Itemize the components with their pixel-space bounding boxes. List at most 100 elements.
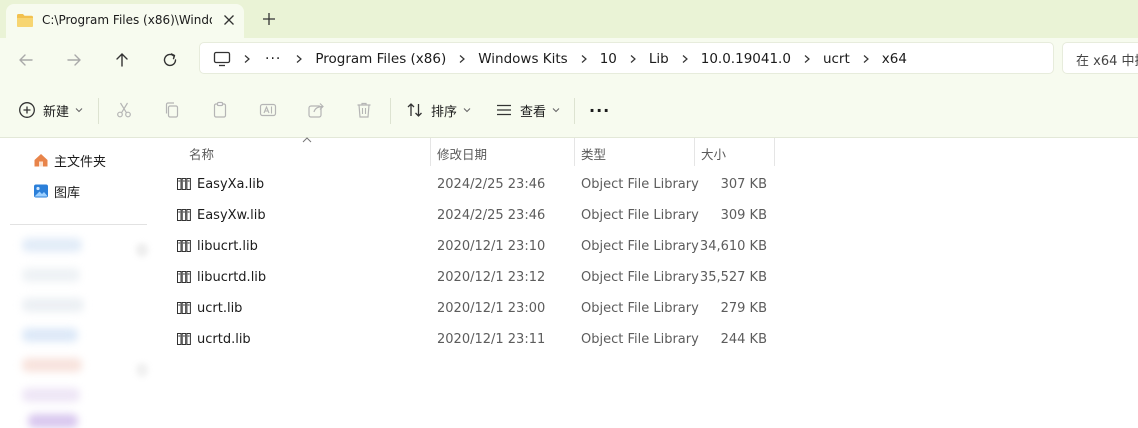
file-row[interactable]: libucrtd.lib 2020/12/1 23:12 Object File L… xyxy=(158,262,778,293)
file-modified-date: 2024/2/25 23:46 xyxy=(437,208,546,223)
view-button[interactable]: 查看 xyxy=(495,100,560,120)
chevron-right-icon[interactable] xyxy=(579,54,589,64)
sidebar-item-label: 主文件夹 xyxy=(54,154,107,170)
delete-button[interactable] xyxy=(355,100,373,120)
column-header-label: 名称 xyxy=(189,147,215,162)
file-modified-date: 2024/2/25 23:46 xyxy=(437,177,546,192)
rename-button[interactable] xyxy=(259,100,277,120)
blurred-sidebar-item xyxy=(22,358,82,372)
address-row: ··· Program Files (x86) Windows Kits 10 … xyxy=(0,38,1138,82)
sidebar-item-home[interactable]: 主文件夹 xyxy=(33,150,106,170)
blurred-sidebar-item xyxy=(22,238,82,252)
breadcrumb-10[interactable]: 10 xyxy=(600,51,617,67)
file-row[interactable]: libucrt.lib 2020/12/1 23:10 Object File Li… xyxy=(158,231,778,262)
file-type: Object File Library xyxy=(581,177,699,192)
blurred-sidebar-item xyxy=(22,298,84,312)
tab-current-folder[interactable]: C:\Program Files (x86)\Windows Kits\10\L… xyxy=(6,4,244,38)
trash-icon xyxy=(357,102,371,118)
column-header-label: 类型 xyxy=(581,147,607,162)
column-header-name[interactable]: 名称 xyxy=(158,138,430,166)
search-input[interactable]: 在 x64 中搜索 xyxy=(1062,42,1138,74)
file-size: 279 KB xyxy=(720,301,767,316)
gallery-icon xyxy=(34,184,48,198)
computer-icon[interactable] xyxy=(213,51,231,67)
view-button-label: 查看 xyxy=(520,104,547,120)
column-header-type[interactable]: 类型 xyxy=(575,138,694,166)
file-row[interactable]: ucrt.lib 2020/12/1 23:00 Object File Libra… xyxy=(158,293,778,324)
navigation-pane: 主文件夹 图库 xyxy=(0,138,158,428)
chevron-right-icon[interactable] xyxy=(680,54,690,64)
file-type: Object File Library xyxy=(581,270,699,285)
chevron-right-icon[interactable] xyxy=(457,54,467,64)
breadcrumb-overflow[interactable]: ··· xyxy=(265,51,281,67)
column-header-label: 修改日期 xyxy=(437,147,488,162)
share-icon xyxy=(308,103,324,118)
chevron-right-icon xyxy=(296,55,303,63)
forward-icon[interactable] xyxy=(64,50,84,70)
home-icon xyxy=(34,154,48,167)
file-row[interactable]: EasyXa.lib 2024/2/25 23:46 Object File Lib… xyxy=(158,169,778,200)
close-icon[interactable] xyxy=(220,11,238,29)
share-button[interactable] xyxy=(307,100,325,120)
refresh-icon[interactable] xyxy=(160,50,180,70)
tab-strip: C:\Program Files (x86)\Windows Kits\10\L… xyxy=(0,0,1138,38)
copy-icon xyxy=(165,102,179,118)
library-file-icon xyxy=(177,271,191,283)
blurred-sidebar-item xyxy=(136,243,148,257)
address-bar[interactable]: ··· Program Files (x86) Windows Kits 10 … xyxy=(199,42,1054,74)
toolbar-divider xyxy=(574,98,575,124)
back-icon[interactable] xyxy=(16,50,36,70)
sort-button[interactable]: 排序 xyxy=(406,100,471,120)
file-name: ucrtd.lib xyxy=(197,332,251,347)
breadcrumb-lib[interactable]: Lib xyxy=(649,51,669,67)
breadcrumb-x64[interactable]: x64 xyxy=(882,51,907,67)
blurred-sidebar-item xyxy=(136,363,148,377)
toolbar-divider xyxy=(390,98,391,124)
chevron-right-icon[interactable] xyxy=(802,54,812,64)
list-view-icon xyxy=(497,104,511,116)
library-file-icon xyxy=(177,178,191,190)
paste-button[interactable] xyxy=(211,100,229,120)
breadcrumb-version[interactable]: 10.0.19041.0 xyxy=(701,51,791,67)
chevron-right-icon[interactable] xyxy=(628,54,638,64)
new-tab-icon[interactable] xyxy=(260,10,278,28)
up-icon[interactable] xyxy=(112,50,132,70)
more-options-button[interactable]: ··· xyxy=(589,100,610,120)
sidebar-item-label: 图库 xyxy=(54,185,81,201)
blurred-sidebar-item xyxy=(22,328,78,342)
clipboard-icon xyxy=(213,101,227,118)
breadcrumb-ucrt[interactable]: ucrt xyxy=(823,51,850,67)
sidebar-item-gallery[interactable]: 图库 xyxy=(33,181,80,201)
file-size: 307 KB xyxy=(720,177,767,192)
command-bar: 新建 排序 查看 ··· xyxy=(0,82,1138,138)
blurred-sidebar-item xyxy=(22,388,80,402)
sidebar-divider xyxy=(10,224,147,225)
file-row[interactable]: EasyXw.lib 2024/2/25 23:46 Object File Lib… xyxy=(158,200,778,231)
file-row[interactable]: ucrtd.lib 2020/12/1 23:11 Object File Libr… xyxy=(158,324,778,355)
copy-button[interactable] xyxy=(163,100,181,120)
sort-button-label: 排序 xyxy=(431,104,458,120)
file-size: 309 KB xyxy=(720,208,767,223)
rename-icon xyxy=(259,103,277,117)
file-type: Object File Library xyxy=(581,239,699,254)
chevron-right-icon xyxy=(244,55,250,63)
chevron-right-icon[interactable] xyxy=(861,54,871,64)
more-icon: ··· xyxy=(589,100,611,120)
file-modified-date: 2020/12/1 23:12 xyxy=(437,270,546,285)
library-file-icon xyxy=(177,209,191,221)
breadcrumb-windows-kits[interactable]: Windows Kits xyxy=(478,51,567,67)
file-name: ucrt.lib xyxy=(197,301,243,316)
column-header-size[interactable]: 大小 xyxy=(695,138,774,166)
column-resize-handle[interactable] xyxy=(774,138,775,166)
column-header-label: 大小 xyxy=(701,147,727,162)
chevron-down-icon xyxy=(75,108,83,113)
breadcrumb-program-files[interactable]: Program Files (x86) xyxy=(315,51,446,67)
plus-circle-icon xyxy=(19,102,35,118)
new-button[interactable]: 新建 xyxy=(18,100,83,120)
tab-title: C:\Program Files (x86)\Windows Kits\10\L… xyxy=(42,13,212,27)
cut-button[interactable] xyxy=(115,100,133,120)
column-header-date[interactable]: 修改日期 xyxy=(431,138,574,166)
file-name: EasyXa.lib xyxy=(197,177,265,192)
sort-icon xyxy=(407,103,422,117)
folder-icon xyxy=(17,14,33,27)
